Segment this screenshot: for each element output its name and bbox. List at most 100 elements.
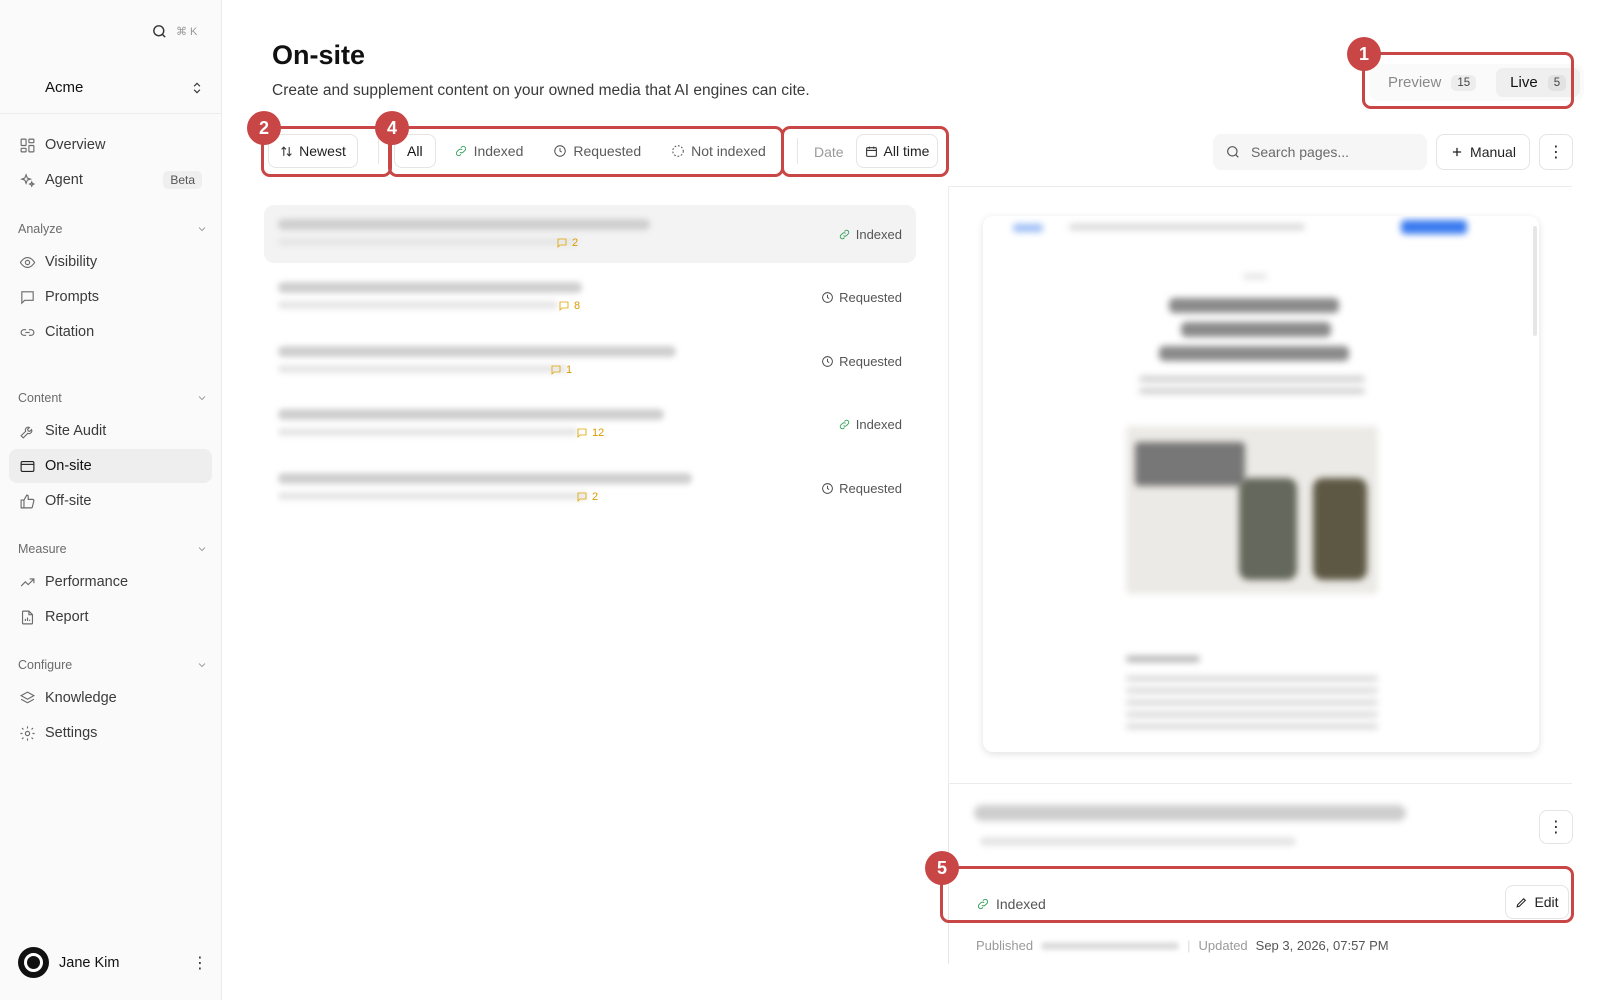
- sidebar-item-on-site[interactable]: On-site: [9, 449, 212, 483]
- updated-label: Updated: [1198, 938, 1248, 953]
- blurred-page-url: [278, 301, 558, 309]
- sidebar-item-report[interactable]: Report: [9, 600, 212, 634]
- chevron-down-icon: [198, 547, 206, 552]
- blurred-detail-title: [974, 805, 1406, 821]
- scrollbar[interactable]: [1533, 226, 1537, 336]
- blurred-page-url: [278, 238, 578, 246]
- manual-label: Manual: [1470, 144, 1516, 160]
- gear-icon: [20, 725, 35, 741]
- message-square-icon: [559, 301, 569, 312]
- annotation-marker-4: 4: [375, 111, 409, 145]
- comment-number: 8: [574, 300, 581, 312]
- detail-more-button[interactable]: ⋮: [1539, 810, 1573, 844]
- comment-number: 1: [566, 364, 573, 376]
- avatar: [18, 947, 49, 978]
- sidebar-item-settings[interactable]: Settings: [9, 716, 212, 750]
- comment-count: 12: [576, 427, 604, 439]
- published-label: Published: [976, 938, 1034, 953]
- page-row[interactable]: 12 Indexed: [264, 395, 916, 453]
- sidebar-item-performance[interactable]: Performance: [9, 565, 212, 599]
- status-requested: Requested: [821, 481, 902, 496]
- sidebar-item-label: Visibility: [45, 254, 98, 270]
- chevrons-up-down-icon: [193, 82, 201, 93]
- blurred-page-url: [278, 365, 568, 373]
- blurred-published-date: [1041, 941, 1180, 950]
- blurred-page-title: [278, 409, 664, 420]
- page-row[interactable]: 2 Indexed: [264, 205, 916, 263]
- section-title: Measure: [18, 542, 67, 556]
- workspace-name: Acme: [45, 79, 84, 96]
- sidebar-item-agent[interactable]: Agent Beta: [9, 163, 212, 197]
- comment-number: 2: [572, 237, 579, 249]
- chevron-down-icon: [198, 396, 206, 401]
- sidebar-item-label: On-site: [45, 458, 92, 474]
- blurred-page-title: [278, 282, 582, 293]
- status-requested: Requested: [821, 354, 902, 369]
- page-row[interactable]: 2 Requested: [264, 459, 916, 517]
- clock-icon: [822, 356, 833, 367]
- search-input[interactable]: [1251, 144, 1411, 160]
- section-header-measure[interactable]: Measure: [18, 542, 208, 556]
- publish-meta: Published | Updated Sep 3, 2026, 07:57 P…: [976, 938, 1389, 953]
- status-label: Requested: [839, 354, 902, 369]
- status-indexed: Indexed: [838, 227, 902, 242]
- layout-grid-icon: [20, 138, 35, 152]
- message-square-icon: [21, 290, 34, 305]
- annotation-marker-2: 2: [247, 111, 281, 145]
- status-label: Indexed: [855, 417, 902, 432]
- blurred-page-title: [278, 346, 676, 357]
- section-header-analyze[interactable]: Analyze: [18, 222, 208, 236]
- user-menu[interactable]: Jane Kim ⋮: [18, 947, 208, 978]
- page-row[interactable]: 8 Requested: [264, 268, 916, 326]
- clock-icon: [822, 483, 833, 494]
- sidebar-item-label: Site Audit: [45, 423, 107, 439]
- more-options-button[interactable]: ⋮: [1539, 134, 1573, 170]
- annotation-box-date: [781, 126, 949, 177]
- sidebar-item-off-site[interactable]: Off-site: [9, 484, 212, 518]
- status-requested: Requested: [821, 290, 902, 305]
- sidebar-item-label: Report: [45, 609, 89, 625]
- comment-number: 12: [592, 427, 605, 439]
- message-square-icon: [577, 492, 587, 503]
- link-icon: [20, 328, 35, 336]
- sidebar-item-site-audit[interactable]: Site Audit: [9, 414, 212, 448]
- section-header-configure[interactable]: Configure: [18, 658, 208, 672]
- link-icon: [839, 229, 849, 240]
- message-square-icon: [577, 428, 587, 439]
- blurred-page-preview[interactable]: [983, 216, 1539, 752]
- sidebar-item-knowledge[interactable]: Knowledge: [9, 681, 212, 715]
- search-shortcut: ⌘ K: [176, 26, 198, 38]
- comment-count: 2: [576, 491, 598, 503]
- sidebar-item-label: Performance: [45, 574, 129, 590]
- manual-button[interactable]: Manual: [1436, 134, 1530, 170]
- more-vertical-icon[interactable]: ⋮: [192, 953, 208, 973]
- message-square-icon: [551, 365, 561, 376]
- comment-count: 2: [556, 237, 578, 249]
- comment-count: 8: [558, 300, 580, 312]
- user-name: Jane Kim: [59, 954, 120, 971]
- sidebar-item-prompts[interactable]: Prompts: [9, 280, 212, 314]
- file-chart-icon: [21, 610, 34, 624]
- sidebar-item-visibility[interactable]: Visibility: [9, 245, 212, 279]
- sidebar-item-citation[interactable]: Citation: [9, 315, 212, 349]
- sidebar-item-label: Settings: [45, 725, 98, 741]
- meta-separator: |: [1187, 938, 1191, 953]
- section-title: Content: [18, 391, 62, 405]
- beta-badge: Beta: [163, 171, 202, 189]
- status-label: Indexed: [855, 227, 902, 242]
- annotation-box-1: [1362, 52, 1574, 109]
- sidebar-item-label: Prompts: [45, 289, 99, 305]
- blurred-page-url: [278, 428, 578, 436]
- annotation-marker-1: 1: [1347, 37, 1381, 71]
- section-title: Configure: [18, 658, 73, 672]
- section-header-content[interactable]: Content: [18, 391, 208, 405]
- sidebar-item-overview[interactable]: Overview: [9, 128, 212, 162]
- status-indexed: Indexed: [838, 417, 902, 432]
- chevron-down-icon: [198, 227, 206, 232]
- sidebar-search-button[interactable]: ⌘ K: [151, 23, 197, 40]
- browser-window-icon: [20, 460, 35, 472]
- search-box: [1213, 134, 1427, 170]
- blurred-detail-url: [980, 837, 1296, 846]
- workspace-switcher[interactable]: Acme: [0, 62, 222, 114]
- page-row[interactable]: 1 Requested: [264, 332, 916, 390]
